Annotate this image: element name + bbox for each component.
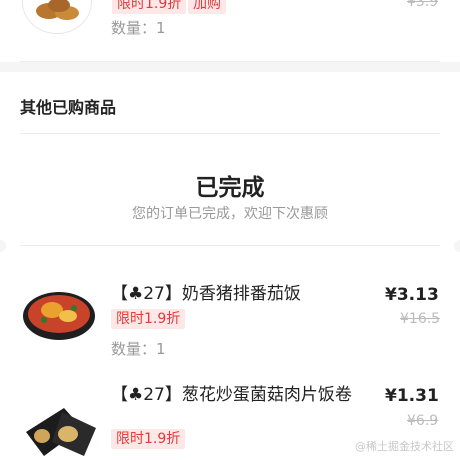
ticket-notch-right — [454, 240, 460, 252]
product-image[interactable] — [22, 0, 92, 34]
product-price: ¥3.13 — [385, 285, 439, 305]
product-price: ¥1.31 — [385, 386, 439, 406]
order-status-subtitle: 您的订单已完成，欢迎下次惠顾 — [132, 206, 328, 222]
rice-roll-image — [22, 402, 100, 460]
watermark: @稀土掘金技术社区 — [355, 440, 454, 453]
order-card: 其他已购商品 已完成 您的订单已完成，欢迎下次惠顾 【♣27】奶香猪排番茄饭 ¥… — [0, 72, 460, 460]
fried-food-image — [23, 0, 91, 33]
original-price: ¥16.5 — [400, 311, 441, 327]
ticket-notch-left — [0, 240, 6, 252]
section-title: 其他已购商品 — [20, 98, 117, 117]
divider — [20, 61, 440, 62]
product-name[interactable]: 【♣27】葱花炒蛋菌菇肉片饭卷 — [111, 383, 361, 407]
product-name[interactable]: 【♣27】奶香猪排番茄饭 — [111, 282, 371, 306]
product-image[interactable] — [22, 402, 100, 460]
discount-tag: 限时1.9折 — [112, 0, 187, 14]
tomato-rice-image — [23, 292, 95, 340]
divider — [20, 133, 440, 134]
product-image[interactable] — [22, 284, 96, 344]
discount-tag: 限时1.9折 — [111, 429, 186, 449]
discount-tag: 限时1.9折 — [111, 309, 186, 329]
previous-item-card: 限时1.9折 加购 ¥3.9 数量：1 — [0, 0, 460, 62]
original-price: ¥6.9 — [407, 413, 439, 429]
quantity-label: 数量：1 — [111, 340, 166, 358]
order-status-title: 已完成 — [195, 175, 265, 201]
add-on-tag: 加购 — [188, 0, 226, 14]
quantity-label: 数量：1 — [111, 19, 166, 37]
original-price: ¥3.9 — [407, 0, 439, 10]
divider — [20, 245, 440, 246]
